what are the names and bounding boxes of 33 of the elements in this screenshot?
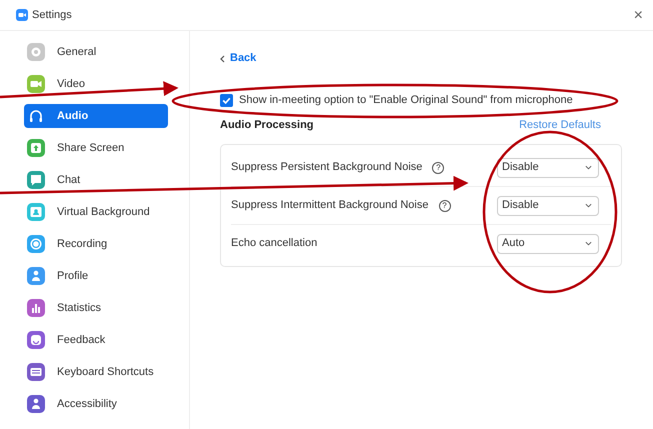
headphones-icon <box>27 107 45 125</box>
sidebar-item[interactable]: Feedback <box>24 328 168 352</box>
chevron-left-icon <box>220 54 225 62</box>
sidebar-item[interactable]: Recording <box>24 232 168 256</box>
sidebar-item[interactable]: Audio <box>24 104 168 128</box>
checkmark-icon <box>221 95 232 106</box>
caret-icon <box>585 203 592 208</box>
caret-icon <box>585 165 592 170</box>
dropdown[interactable]: Auto <box>497 234 599 254</box>
sidebar-item[interactable]: Chat <box>24 168 168 192</box>
help-icon[interactable]: ? <box>438 200 450 212</box>
close-button[interactable]: × <box>634 8 643 22</box>
setting-label: Suppress Persistent Background Noise <box>231 161 422 174</box>
sidebar-item[interactable]: Video <box>24 72 168 96</box>
setting-label: Suppress Intermittent Background Noise <box>231 199 428 212</box>
sidebar-item[interactable]: Keyboard Shortcuts <box>24 360 168 384</box>
sidebar-item[interactable]: Accessibility <box>24 392 168 416</box>
help-icon[interactable]: ? <box>432 162 444 174</box>
caret-icon <box>585 241 592 246</box>
setting-label: Echo cancellation <box>231 237 318 250</box>
window-title: Settings <box>32 8 73 22</box>
sidebar-item[interactable]: Statistics <box>24 296 168 320</box>
section-title: Audio Processing <box>220 119 314 132</box>
sidebar-item[interactable]: General <box>24 40 168 64</box>
dropdown[interactable]: Disable <box>497 158 599 178</box>
app-logo-icon <box>16 9 28 21</box>
dropdown[interactable]: Disable <box>497 196 599 216</box>
checkbox[interactable] <box>220 94 233 107</box>
sidebar-item[interactable]: Share Screen <box>24 136 168 160</box>
sidebar-item[interactable]: Profile <box>24 264 168 288</box>
back-link[interactable]: Back <box>220 52 623 65</box>
checkbox-label: Show in-meeting option to "Enable Original Sound" from microphone <box>239 94 573 107</box>
sidebar-item[interactable]: Virtual Background <box>24 200 168 224</box>
